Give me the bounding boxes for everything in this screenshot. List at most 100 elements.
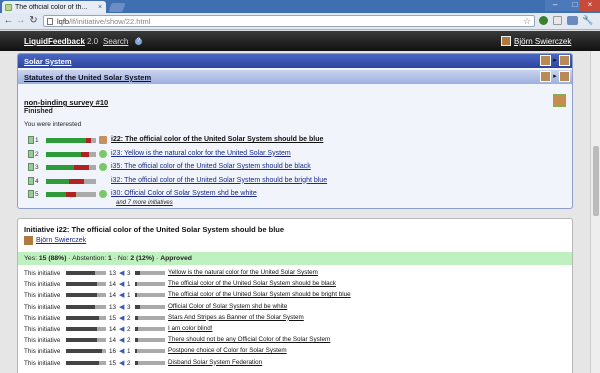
- area-delegation[interactable]: ▸: [540, 55, 570, 66]
- url-path: /lf/initiative/show/22.html: [69, 17, 151, 26]
- initiative-link[interactable]: i22: The official color of the United So…: [111, 136, 323, 143]
- initiative-link[interactable]: i23: Yellow is the natural color for the…: [111, 150, 291, 157]
- comparison-initiative-link[interactable]: There should not be any Official Color o…: [168, 336, 330, 343]
- help-icon[interactable]: ?: [135, 38, 142, 45]
- avatar[interactable]: [501, 36, 511, 46]
- comparison-initiative-link[interactable]: The official color of the United Solar S…: [168, 280, 336, 287]
- no-label: No:: [117, 255, 129, 262]
- scrollbar-thumb[interactable]: [593, 146, 599, 216]
- version-label: 2.0: [87, 37, 99, 46]
- comparison-bar: [66, 282, 106, 287]
- comparison-bar-fill: [135, 326, 139, 331]
- comparison-initiative-link[interactable]: Stars And Stripes as Banner of the Solar…: [168, 314, 304, 321]
- close-window-button[interactable]: ×: [580, 0, 600, 11]
- policy-delegation[interactable]: ▸: [540, 71, 570, 82]
- avatar[interactable]: [24, 236, 33, 245]
- vote-bar-no: [73, 165, 89, 170]
- user-name-link[interactable]: Björn Swierczek: [514, 37, 571, 46]
- comparison-initiative-link[interactable]: Official Color of Solar System shd be wh…: [168, 303, 287, 310]
- comparison-label: This initiative: [24, 270, 61, 277]
- compare-arrow-icon: ◀: [119, 348, 125, 356]
- vote-bar: [46, 138, 96, 143]
- delegate-avatar: [559, 71, 570, 82]
- app-header: LiquidFeedback 2.0 Search ? Björn Swierc…: [0, 31, 600, 51]
- policy-bar: Statutes of the United Solar System ▸: [18, 70, 572, 84]
- author-link[interactable]: Björn Swierczek: [36, 237, 86, 244]
- comparison-bar: [135, 271, 165, 275]
- comparison-count: 1: [127, 348, 131, 356]
- comparison-bar-fill: [66, 282, 98, 287]
- comparison-count: 2: [127, 314, 131, 322]
- comparison-label: This initiative: [24, 281, 61, 289]
- comparison-count: 2: [127, 325, 131, 333]
- comparison-bar-fill: [135, 349, 137, 354]
- comparison-initiative-link[interactable]: The official color of the United Solar S…: [168, 291, 351, 298]
- initiative-heading: Initiative i22: The official color of th…: [24, 225, 285, 234]
- comparison-count: 13: [109, 303, 117, 311]
- tab-close-icon[interactable]: ×: [98, 4, 102, 11]
- search-link[interactable]: Search: [103, 37, 128, 46]
- comparison-initiative-link[interactable]: Yellow is the natural color for the Unit…: [168, 269, 318, 276]
- comparison-count: 3: [127, 303, 131, 311]
- comparison-bar: [135, 338, 165, 343]
- bookmark-star-icon[interactable]: ☆: [523, 16, 531, 27]
- brand-link[interactable]: LiquidFeedback: [24, 37, 85, 46]
- comparison-bar: [66, 293, 106, 298]
- rank-label: 1: [35, 137, 39, 144]
- yes-value: 15 (88%): [38, 255, 67, 262]
- new-tab-button[interactable]: [108, 3, 126, 12]
- abstention-value: 1: [108, 255, 112, 262]
- table-row: This initiative 15 ◀ 2 Stars And Stripes as …: [24, 313, 544, 324]
- address-bar[interactable]: lqfb/lf/initiative/show/22.html ☆: [43, 15, 535, 27]
- comparison-bar-fill: [135, 293, 137, 298]
- rank-icon: [28, 149, 34, 158]
- wrench-icon[interactable]: 🔧: [582, 16, 593, 25]
- comparison-initiative-link[interactable]: I am color blind!: [168, 325, 212, 332]
- delegate-avatar: [559, 55, 570, 66]
- extension-icon[interactable]: [539, 16, 548, 25]
- vote-bar-yes: [46, 192, 66, 197]
- compare-arrow-icon: ◀: [119, 325, 125, 333]
- forward-icon[interactable]: →: [15, 16, 26, 27]
- more-initiatives-link[interactable]: and 7 more initiatives: [116, 200, 173, 206]
- comparison-initiative-link[interactable]: Postpone choice of Color for Solar Syste…: [168, 347, 287, 354]
- comparison-label: This initiative: [24, 292, 61, 300]
- table-row: This initiative 14 ◀ 2 There should not be a…: [24, 335, 544, 346]
- url-text[interactable]: lqfb/lf/initiative/show/22.html: [57, 17, 150, 26]
- table-row: This initiative 14 ◀ 1 The official color of…: [24, 279, 544, 290]
- comparison-count: 2: [127, 337, 131, 345]
- comparison-bar: [135, 304, 165, 309]
- initiative-link[interactable]: i35: The official color of the United So…: [111, 163, 311, 170]
- delegation-arrow-icon: ▸: [553, 57, 557, 64]
- comparison-bar-fill: [66, 271, 95, 275]
- initiative-box: Initiative i22: The official color of th…: [17, 218, 573, 373]
- status-badge: Approved: [160, 255, 192, 262]
- comparison-bar: [66, 304, 106, 309]
- initiative-link[interactable]: i30: Official Color of Solar System shd …: [111, 190, 257, 197]
- issue-avatar[interactable]: [553, 94, 566, 107]
- back-icon[interactable]: ←: [3, 16, 14, 27]
- browser-toolbar: ← → ↻ lqfb/lf/initiative/show/22.html ☆ …: [0, 13, 600, 30]
- issue-title-link[interactable]: non-binding survey #10: [24, 98, 108, 107]
- comparison-count: 1: [127, 292, 131, 300]
- initiative-link[interactable]: i32: The official color of the United So…: [111, 177, 327, 184]
- no-value: 2 (12%): [130, 255, 155, 262]
- table-row: This initiative 14 ◀ 2 I am color blind!: [24, 324, 544, 335]
- vote-bar: [46, 165, 96, 170]
- reload-icon[interactable]: ↻: [28, 16, 39, 27]
- vote-bar: [46, 192, 96, 197]
- extension-icon-2[interactable]: [567, 16, 578, 25]
- scrollbar[interactable]: [590, 51, 600, 373]
- comparison-list: This initiative 13 ◀ 3 Yellow is the natural…: [24, 268, 544, 369]
- rank-icon: [28, 190, 34, 198]
- minimize-button[interactable]: –: [545, 0, 565, 11]
- compare-arrow-icon: ◀: [119, 270, 125, 277]
- comparison-initiative-link[interactable]: Disband Solar System Federation: [168, 359, 262, 366]
- delegation-arrow-icon: ▸: [553, 73, 557, 80]
- issue-state: Finished: [24, 108, 53, 115]
- browser-tab[interactable]: The official color of th... ×: [2, 1, 106, 13]
- page-menu-icon[interactable]: [553, 16, 562, 25]
- policy-link[interactable]: Statutes of the United Solar System: [24, 73, 151, 82]
- area-link[interactable]: Solar System: [24, 57, 72, 66]
- page-content: Solar System ▸ Statutes of the United So…: [0, 51, 590, 373]
